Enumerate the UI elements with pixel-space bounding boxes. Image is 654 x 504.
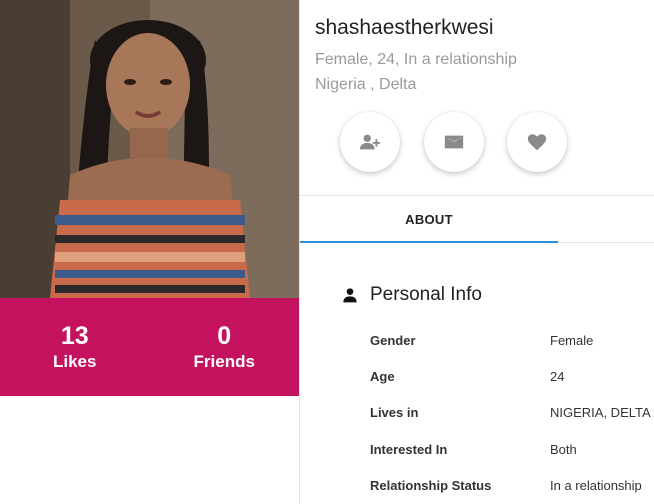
likes-count: 13 (60, 322, 89, 350)
info-key: Age (370, 369, 395, 384)
info-row-relationship-status: Relationship Status In a relationship (370, 476, 654, 496)
friends-stat[interactable]: 0 Friends (150, 298, 300, 396)
column-divider (299, 0, 300, 504)
info-key: Relationship Status (370, 478, 492, 493)
person-icon (343, 288, 357, 303)
message-button[interactable] (424, 112, 484, 172)
personal-info-title: Personal Info (370, 284, 482, 305)
add-friend-button[interactable] (340, 112, 400, 172)
like-button[interactable] (507, 112, 567, 172)
profile-photo[interactable] (0, 0, 299, 298)
info-value: Female (550, 333, 594, 348)
profile-username: shashaestherkwesi (315, 16, 494, 39)
info-row-gender: Gender Female (370, 331, 654, 351)
friends-count: 0 (217, 322, 232, 350)
stats-panel: 13 Likes 0 Friends (0, 298, 299, 396)
friends-label: Friends (193, 352, 255, 371)
info-row-age: Age 24 (370, 367, 654, 387)
tab-active-indicator (300, 241, 558, 243)
info-key: Lives in (370, 405, 419, 420)
info-value: 24 (550, 369, 565, 384)
likes-label: Likes (53, 352, 97, 371)
profile-photo-image (0, 0, 299, 298)
info-key: Interested In (370, 442, 448, 457)
info-key: Gender (370, 333, 416, 348)
tab-about[interactable]: ABOUT (300, 196, 558, 242)
profile-location: Nigeria , Delta (315, 76, 417, 93)
info-value: Both (550, 442, 577, 457)
info-value: In a relationship (550, 478, 642, 493)
likes-stat[interactable]: 13 Likes (0, 298, 150, 396)
profile-summary: Female, 24, In a relationship (315, 51, 517, 68)
info-row-lives-in: Lives in NIGERIA, DELTA (370, 403, 654, 423)
add-friend-icon (359, 134, 381, 150)
info-value: NIGERIA, DELTA (550, 405, 651, 420)
mail-icon (444, 135, 464, 149)
info-row-interested-in: Interested In Both (370, 440, 654, 460)
heart-icon (527, 134, 547, 151)
tabbar-bottom-border (558, 242, 654, 243)
personal-info-header: Personal Info (342, 282, 482, 308)
